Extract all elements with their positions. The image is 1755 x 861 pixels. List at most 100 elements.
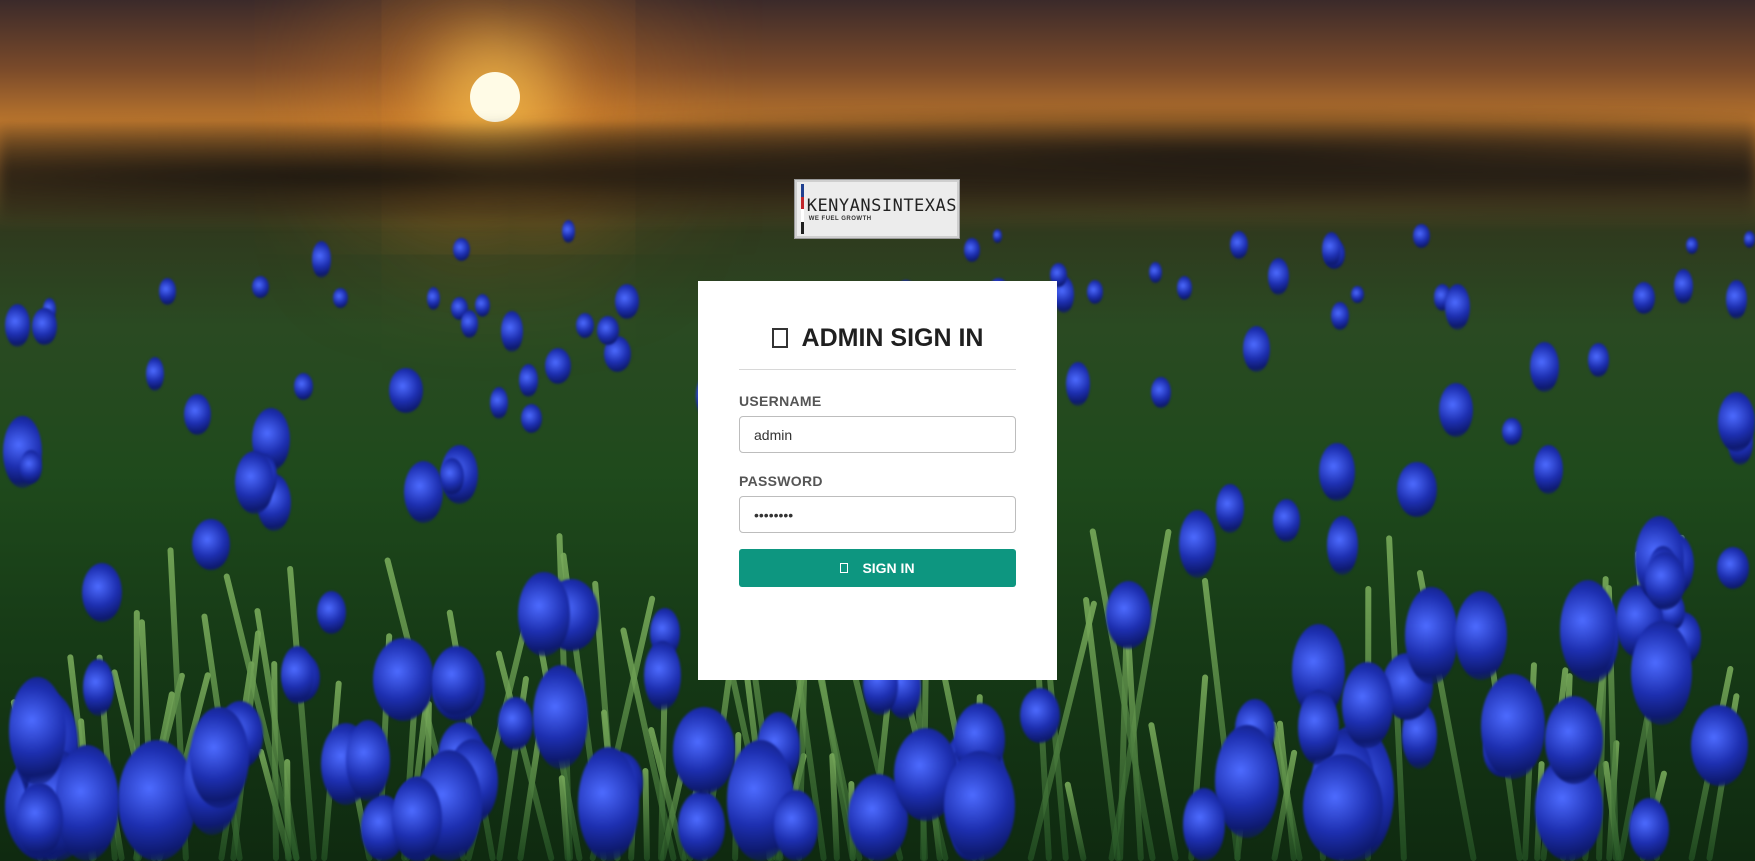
bluebonnet-flower — [578, 747, 640, 861]
sign-in-label: SIGN IN — [862, 560, 915, 576]
bluebonnet-flower — [1438, 383, 1473, 438]
bluebonnet-flower — [992, 228, 1003, 243]
bluebonnet-flower — [1229, 230, 1248, 259]
bluebonnet-flower — [475, 294, 491, 318]
password-label: PASSWORD — [739, 473, 823, 489]
bluebonnet-flower — [545, 348, 572, 385]
bluebonnet-flower — [346, 720, 391, 802]
logo-text: KENYANSINTEXAS WE FUEL GROWTH — [807, 196, 957, 222]
bluebonnet-flower — [372, 638, 434, 722]
sign-in-icon — [840, 563, 849, 573]
bluebonnet-flower — [82, 658, 114, 716]
grass-blade — [283, 758, 291, 861]
bluebonnet-flower — [1717, 547, 1749, 589]
password-input[interactable] — [739, 496, 1016, 533]
bluebonnet-flower — [644, 640, 682, 710]
bluebonnet-flower — [145, 356, 164, 391]
bluebonnet-flower — [117, 739, 196, 861]
bluebonnet-flower — [5, 304, 31, 348]
bluebonnet-flower — [183, 393, 212, 435]
bluebonnet-flower — [1726, 280, 1747, 320]
bluebonnet-flower — [614, 283, 639, 319]
bluebonnet-flower — [1342, 661, 1393, 749]
bluebonnet-flower — [1106, 580, 1152, 649]
sign-in-button[interactable]: SIGN IN — [739, 549, 1016, 587]
bluebonnet-flower — [16, 782, 63, 857]
bluebonnet-flower — [1405, 587, 1458, 684]
bluebonnet-flower — [316, 590, 346, 634]
bluebonnet-flower — [521, 403, 543, 434]
bluebonnet-flower — [54, 744, 119, 861]
username-label: USERNAME — [739, 393, 822, 409]
bluebonnet-flower — [489, 386, 508, 419]
bluebonnet-flower — [311, 241, 332, 279]
bluebonnet-flower — [1629, 798, 1669, 861]
bluebonnet-flower — [1272, 498, 1300, 542]
bluebonnet-flower — [1413, 224, 1430, 249]
bluebonnet-flower — [677, 790, 726, 861]
bluebonnet-flower — [672, 707, 736, 794]
bluebonnet-flower — [20, 449, 43, 484]
bluebonnet-flower — [293, 372, 314, 400]
bluebonnet-flower — [1066, 362, 1091, 406]
bluebonnet-flower — [1530, 342, 1560, 392]
bluebonnet-flower — [252, 276, 269, 299]
site-logo: KENYANSINTEXAS WE FUEL GROWTH — [795, 180, 959, 238]
bluebonnet-flower — [1303, 753, 1383, 861]
bluebonnet-flower — [403, 460, 444, 524]
bluebonnet-flower — [1445, 284, 1471, 330]
bluebonnet-flower — [1480, 674, 1545, 779]
bluebonnet-flower — [1331, 301, 1349, 331]
bluebonnet-flower — [1087, 280, 1104, 305]
bluebonnet-flower — [1544, 695, 1604, 784]
bluebonnet-flower — [32, 308, 57, 346]
bluebonnet-flower — [1267, 257, 1290, 295]
bluebonnet-flower — [192, 519, 230, 570]
bluebonnet-flower — [597, 316, 619, 345]
username-input[interactable] — [739, 416, 1016, 453]
bluebonnet-flower — [501, 311, 523, 352]
bluebonnet-flower — [1674, 269, 1694, 305]
bluebonnet-flower — [1319, 443, 1355, 502]
bluebonnet-flower — [432, 646, 481, 717]
bluebonnet-flower — [1533, 444, 1564, 495]
bluebonnet-flower — [518, 572, 570, 656]
bluebonnet-flower — [392, 776, 443, 861]
bluebonnet-flower — [190, 707, 249, 809]
bluebonnet-flower — [1501, 417, 1522, 446]
logo-title: KENYANSINTEXAS — [806, 196, 957, 216]
bluebonnet-flower — [1182, 788, 1225, 861]
bluebonnet-flower — [1396, 461, 1437, 518]
bluebonnet-flower — [1717, 392, 1755, 452]
bluebonnet-flower — [498, 696, 533, 751]
bluebonnet-flower — [532, 664, 589, 769]
bluebonnet-flower — [1685, 236, 1698, 255]
bluebonnet-flower — [519, 364, 539, 397]
grass-blade — [271, 660, 280, 861]
bluebonnet-flower — [944, 750, 1016, 861]
bluebonnet-flower — [439, 458, 464, 495]
bluebonnet-flower — [561, 220, 575, 244]
bluebonnet-flower — [1560, 580, 1616, 682]
bluebonnet-flower — [1455, 591, 1507, 680]
bluebonnet-flower — [1020, 687, 1060, 744]
bluebonnet-flower — [964, 238, 980, 263]
logo-tagline: WE FUEL GROWTH — [808, 216, 872, 222]
bluebonnet-flower — [1176, 275, 1193, 301]
bluebonnet-flower — [460, 310, 478, 338]
bluebonnet-flower — [333, 287, 348, 308]
bluebonnet-flower — [1179, 509, 1217, 578]
bluebonnet-flower — [281, 646, 315, 704]
lock-icon — [771, 328, 788, 348]
bluebonnet-flower — [1297, 690, 1340, 765]
bluebonnet-flower — [1690, 705, 1748, 786]
bluebonnet-flower — [575, 312, 595, 338]
bluebonnet-flower — [1743, 231, 1755, 249]
bluebonnet-flower — [1632, 281, 1655, 315]
bluebonnet-flower — [1351, 285, 1364, 303]
login-title: ADMIN SIGN IN — [801, 323, 984, 352]
bluebonnet-flower — [1242, 326, 1271, 373]
bluebonnet-flower — [1216, 484, 1244, 533]
bluebonnet-flower — [427, 286, 441, 310]
bluebonnet-flower — [158, 277, 177, 305]
